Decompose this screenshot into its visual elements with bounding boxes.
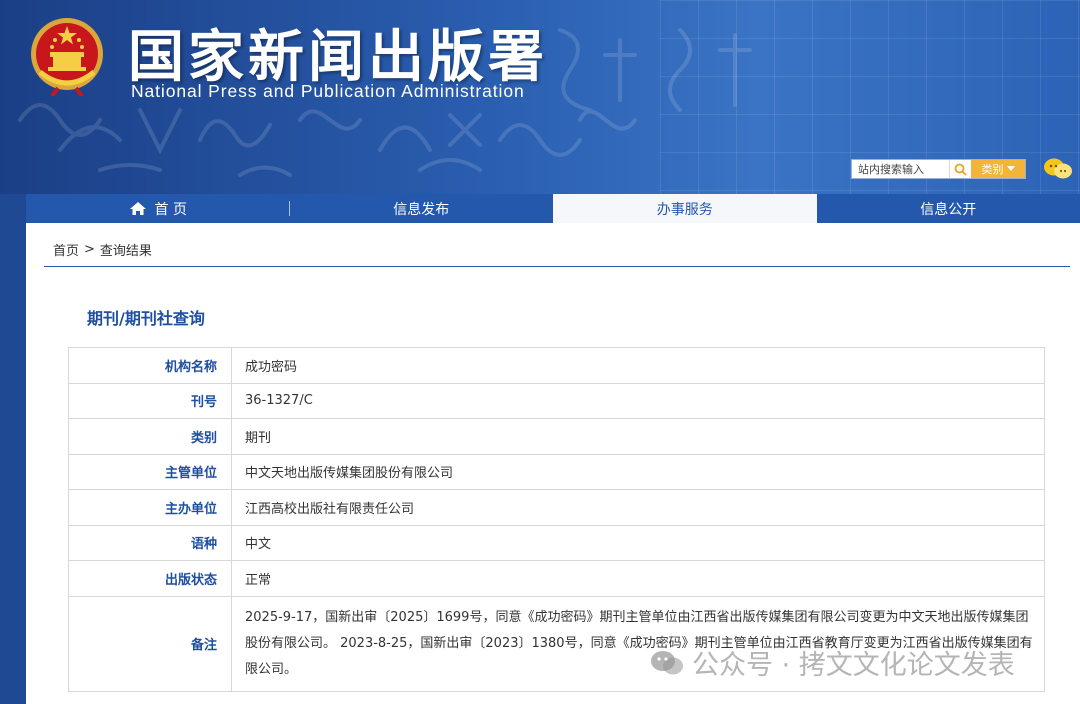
table-row: 主办单位 江西高校出版社有限责任公司 xyxy=(68,489,1045,526)
site-header: 国家新闻出版署 National Press and Publication A… xyxy=(0,0,1080,194)
row-label: 语种 xyxy=(68,524,232,561)
row-value: 中文天地出版传媒集团股份有限公司 xyxy=(231,453,1045,490)
row-label: 机构名称 xyxy=(68,347,232,384)
row-value: 成功密码 xyxy=(231,347,1045,384)
row-value: 正常 xyxy=(231,560,1045,597)
search-input[interactable] xyxy=(852,160,949,178)
main-content: 首页 > 查询结果 期刊/期刊社查询 机构名称 成功密码 刊号 36-1327/… xyxy=(26,223,1080,704)
site-title-en: National Press and Publication Administr… xyxy=(131,81,525,101)
breadcrumb: 首页 > 查询结果 xyxy=(53,240,152,259)
table-row: 机构名称 成功密码 xyxy=(68,347,1045,384)
row-value: 中文 xyxy=(231,524,1045,561)
row-label: 出版状态 xyxy=(68,560,232,597)
main-nav: 首 页 信息发布 办事服务 信息公开 xyxy=(26,194,1080,223)
table-row: 主管单位 中文天地出版传媒集团股份有限公司 xyxy=(68,453,1045,490)
table-row: 备注 2025-9-17，国新出审〔2025〕1699号，同意《成功密码》期刊主… xyxy=(68,595,1045,692)
table-row: 类别 期刊 xyxy=(68,418,1045,455)
row-label: 主办单位 xyxy=(68,489,232,526)
chat-icon[interactable] xyxy=(1043,157,1073,181)
row-label: 备注 xyxy=(68,595,232,692)
nav-item-home[interactable]: 首 页 xyxy=(26,194,290,223)
table-row: 语种 中文 xyxy=(68,524,1045,561)
row-label: 类别 xyxy=(68,418,232,455)
nav-item-info-release[interactable]: 信息发布 xyxy=(290,194,554,223)
table-row: 刊号 36-1327/C xyxy=(68,382,1045,419)
table-row: 出版状态 正常 xyxy=(68,560,1045,597)
site-search: 类别 xyxy=(851,159,1026,179)
row-value: 期刊 xyxy=(231,418,1045,455)
nav-item-label: 信息公开 xyxy=(920,201,977,218)
row-value: 2025-9-17，国新出审〔2025〕1699号，同意《成功密码》期刊主管单位… xyxy=(231,595,1045,692)
result-table: 机构名称 成功密码 刊号 36-1327/C 类别 期刊 主管单位 中文天地出版… xyxy=(68,347,1045,692)
breadcrumb-home-link[interactable]: 首页 xyxy=(53,240,79,259)
category-label: 类别 xyxy=(981,163,1004,176)
search-icon xyxy=(954,163,967,176)
breadcrumb-separator: > xyxy=(84,242,95,257)
nav-item-label: 信息发布 xyxy=(393,201,450,218)
breadcrumb-current: 查询结果 xyxy=(99,244,152,259)
nav-item-services[interactable]: 办事服务 xyxy=(553,194,817,223)
row-label: 刊号 xyxy=(68,382,232,419)
breadcrumb-divider xyxy=(44,266,1070,267)
category-dropdown[interactable]: 类别 xyxy=(971,160,1025,178)
page-title: 期刊/期刊社查询 xyxy=(87,309,205,328)
nav-item-info-public[interactable]: 信息公开 xyxy=(817,194,1080,223)
home-icon xyxy=(129,202,146,215)
nav-item-label: 办事服务 xyxy=(656,201,713,218)
row-label: 主管单位 xyxy=(68,453,232,490)
row-value: 江西高校出版社有限责任公司 xyxy=(231,489,1045,526)
row-value: 36-1327/C xyxy=(231,382,1045,419)
search-button[interactable] xyxy=(949,160,971,178)
nav-item-label: 首 页 xyxy=(154,201,187,218)
national-emblem-icon xyxy=(31,18,103,96)
chevron-down-icon xyxy=(1006,166,1015,171)
